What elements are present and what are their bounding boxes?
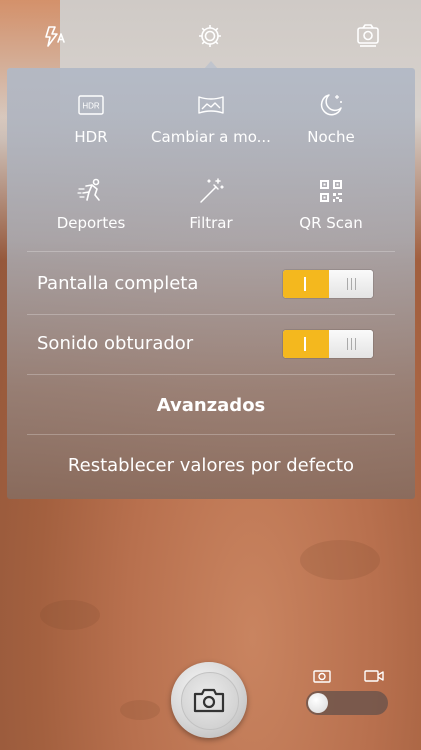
shutter-sound-toggle[interactable]: [283, 330, 373, 358]
advanced-label: Avanzados: [156, 395, 266, 416]
toggle-knob: [329, 330, 373, 358]
viewfinder-texture: [300, 540, 380, 580]
mode-label: Noche: [307, 128, 355, 146]
shutter-button[interactable]: [171, 662, 247, 738]
toggle-on-segment: [283, 330, 329, 358]
settings-panel: HDR HDR Cambiar a mo... Noche Deportes F…: [7, 68, 415, 499]
flash-auto-icon[interactable]: [40, 22, 68, 50]
video-mode-icon: [364, 670, 384, 682]
mode-night[interactable]: Noche: [263, 68, 399, 154]
mode-label: QR Scan: [299, 214, 363, 232]
photo-video-switch[interactable]: [306, 691, 388, 715]
gear-icon[interactable]: [196, 22, 224, 50]
reset-label: Restablecer valores por defecto: [67, 455, 355, 476]
setting-shutter-sound[interactable]: Sonido obturador: [7, 315, 415, 375]
panorama-icon: [196, 90, 226, 120]
mode-label: Deportes: [56, 214, 126, 232]
switch-camera-icon[interactable]: [354, 22, 382, 50]
night-icon: [316, 90, 346, 120]
mode-grid: HDR HDR Cambiar a mo... Noche Deportes F…: [7, 68, 415, 248]
qr-code-icon: [316, 176, 346, 206]
viewfinder-texture: [120, 700, 160, 720]
sports-icon: [76, 176, 106, 206]
setting-label: Pantalla completa: [37, 273, 199, 294]
mode-qr-scan[interactable]: QR Scan: [263, 154, 399, 240]
photo-video-switch-knob[interactable]: [308, 693, 328, 713]
mode-panorama[interactable]: Cambiar a mo...: [143, 68, 279, 154]
setting-fullscreen[interactable]: Pantalla completa: [7, 255, 415, 315]
toggle-on-segment: [283, 270, 329, 298]
reset-defaults-button[interactable]: Restablecer valores por defecto: [7, 435, 415, 495]
advanced-button[interactable]: Avanzados: [7, 375, 415, 435]
photo-mode-icon: [313, 670, 331, 683]
setting-label: Sonido obturador: [37, 333, 194, 354]
camera-icon: [193, 688, 225, 713]
mode-label: Filtrar: [189, 214, 233, 232]
fullscreen-toggle[interactable]: [283, 270, 373, 298]
mode-filter[interactable]: Filtrar: [143, 154, 279, 240]
hdr-icon: HDR: [76, 90, 106, 120]
viewfinder-texture: [40, 600, 100, 630]
mode-hdr[interactable]: HDR HDR: [23, 68, 159, 154]
mode-sports[interactable]: Deportes: [23, 154, 159, 240]
filter-wand-icon: [196, 176, 226, 206]
top-bar: [0, 0, 421, 69]
mode-label: HDR: [74, 128, 108, 146]
divider: [27, 251, 395, 252]
toggle-knob: [329, 270, 373, 298]
mode-label: Cambiar a mo...: [151, 128, 271, 146]
svg-text:HDR: HDR: [82, 102, 100, 111]
